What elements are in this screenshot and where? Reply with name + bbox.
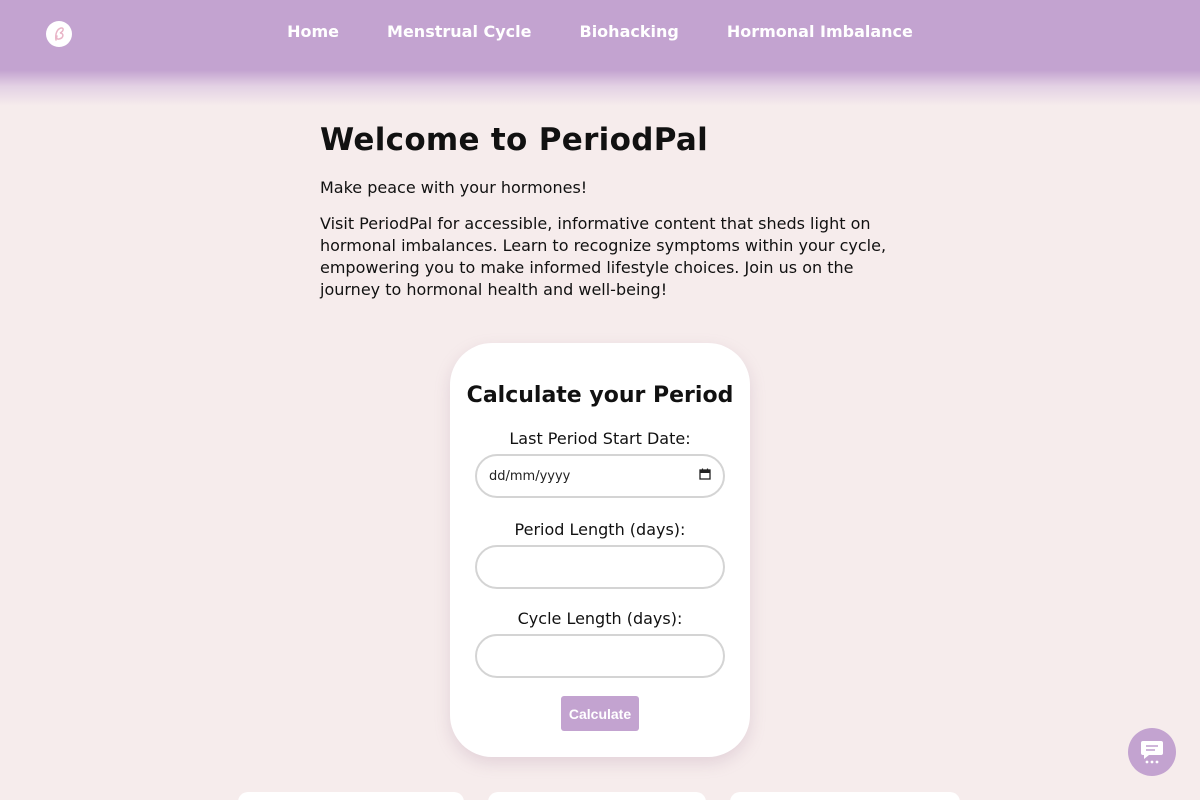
chat-button[interactable] (1128, 728, 1176, 776)
page-title: Welcome to PeriodPal (320, 122, 709, 158)
intro-description: Visit PeriodPal for accessible, informat… (320, 214, 887, 299)
calculator-title: Calculate your Period (466, 383, 734, 408)
cycle-length-input[interactable] (475, 634, 725, 678)
nav-link-hormonal-imbalance[interactable]: Hormonal Imbalance (727, 22, 913, 41)
nav-links: Home Menstrual Cycle Biohacking Hormonal… (0, 22, 1200, 41)
nav-link-menstrual-cycle[interactable]: Menstrual Cycle (387, 22, 531, 41)
last-period-date-input[interactable]: dd/mm/yyyy (475, 454, 725, 498)
navbar: Home Menstrual Cycle Biohacking Hormonal… (0, 0, 1200, 70)
period-length-label: Period Length (days): (514, 520, 686, 539)
intro-section: Welcome to PeriodPal Make peace with you… (320, 122, 890, 315)
nav-link-home[interactable]: Home (287, 22, 339, 41)
feature-card-3[interactable] (730, 792, 960, 800)
calendar-icon[interactable] (699, 468, 711, 484)
feature-card-1[interactable] (238, 792, 464, 800)
last-period-label: Last Period Start Date: (509, 429, 691, 448)
nav-link-biohacking[interactable]: Biohacking (580, 22, 679, 41)
calculate-button[interactable]: Calculate (561, 696, 639, 731)
date-placeholder: dd/mm/yyyy (489, 468, 571, 484)
navbar-fade (0, 70, 1200, 106)
chat-icon (1138, 736, 1166, 768)
tagline: Make peace with your hormones! (320, 178, 588, 197)
period-calculator-card: Calculate your Period Last Period Start … (450, 343, 750, 757)
feature-card-2[interactable] (488, 792, 706, 800)
cycle-length-label: Cycle Length (days): (517, 609, 683, 628)
period-length-input[interactable] (475, 545, 725, 589)
